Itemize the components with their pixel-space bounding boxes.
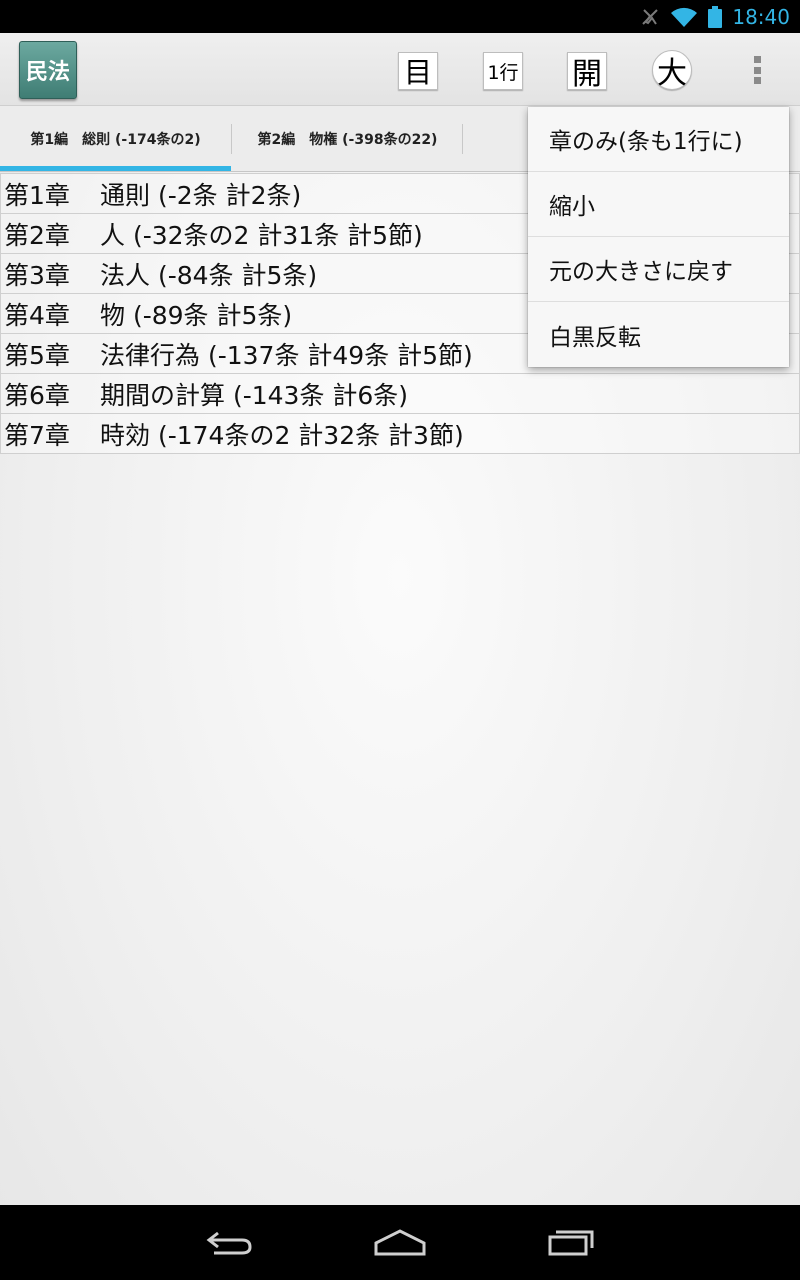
selected-tab-indicator <box>0 166 231 171</box>
clock: 18:40 <box>732 4 790 29</box>
expand-button[interactable]: 開 <box>567 52 607 92</box>
tab-divider <box>231 124 232 154</box>
action-bar: 民法 目 1行 開 大 <box>0 33 800 106</box>
chapter-row[interactable]: 第7章 時効 (-174条の2 計32条 計3節) <box>0 413 800 454</box>
wifi-icon <box>671 7 698 27</box>
navigation-bar <box>0 1205 800 1280</box>
contents-button[interactable]: 目 <box>398 52 438 90</box>
chapter-title: 法律行為 (-137条 計49条 計5節) <box>100 340 473 370</box>
chapter-number: 第3章 <box>4 260 70 290</box>
chapter-title: 物 (-89条 計5条) <box>100 300 293 330</box>
chapter-title: 時効 (-174条の2 計32条 計3節) <box>100 420 464 450</box>
overflow-dot <box>753 66 761 74</box>
tab-part-2[interactable]: 第2編 物権 (-398条の22) <box>233 106 462 171</box>
menu-item-invert-colors[interactable]: 白黒反転 <box>528 302 789 367</box>
chapter-number: 第4章 <box>4 300 70 330</box>
mute-icon <box>642 8 659 25</box>
overflow-dot <box>753 77 761 84</box>
chapter-title: 期間の計算 (-143条 計6条) <box>100 380 409 410</box>
overflow-dot <box>753 56 761 63</box>
chapter-number: 第6章 <box>4 380 70 410</box>
overflow-menu-icon[interactable] <box>744 53 770 87</box>
tab-divider <box>462 124 463 154</box>
status-bar: 18:40 <box>0 0 800 33</box>
chapter-title: 人 (-32条の2 計31条 計5節) <box>100 220 423 250</box>
chapter-number: 第7章 <box>4 420 70 450</box>
chapter-number: 第1章 <box>4 180 70 210</box>
menu-item-chapters-only[interactable]: 章のみ(条も1行に) <box>528 107 789 172</box>
overflow-popup-menu: 章のみ(条も1行に) 縮小 元の大きさに戻す 白黒反転 <box>528 107 789 367</box>
one-line-button[interactable]: 1行 <box>483 52 523 90</box>
battery-icon <box>708 5 723 28</box>
chapter-number: 第2章 <box>4 220 70 250</box>
chapter-number: 第5章 <box>4 340 70 370</box>
chapter-row[interactable]: 第6章 期間の計算 (-143条 計6条) <box>0 373 800 414</box>
home-icon[interactable] <box>372 1227 428 1257</box>
enlarge-button[interactable]: 大 <box>652 50 692 91</box>
menu-item-zoom-out[interactable]: 縮小 <box>528 172 789 237</box>
chapter-title: 法人 (-84条 計5条) <box>100 260 318 290</box>
app-icon[interactable]: 民法 <box>19 41 77 99</box>
chapter-title: 通則 (-2条 計2条) <box>100 180 302 210</box>
recent-apps-icon[interactable] <box>546 1227 596 1257</box>
tab-part-1[interactable]: 第1編 総則 (-174条の2) <box>0 106 231 171</box>
menu-item-reset-size[interactable]: 元の大きさに戻す <box>528 237 789 302</box>
back-icon[interactable] <box>204 1227 254 1257</box>
